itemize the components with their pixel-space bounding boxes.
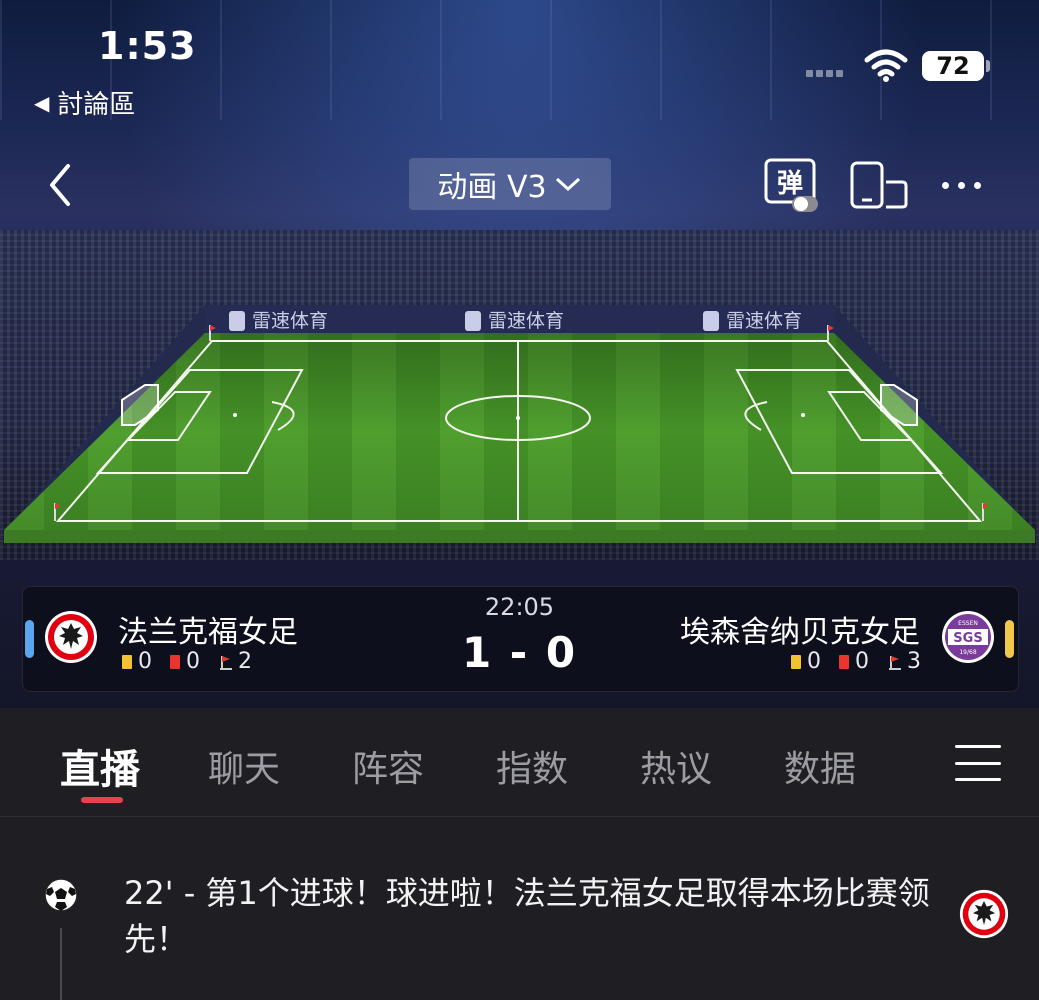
screen-rotate-icon[interactable] xyxy=(848,160,910,210)
more-options-button[interactable] xyxy=(942,170,992,200)
away-team-stats: 0 0 3 xyxy=(791,649,921,674)
away-yellow-cards: 0 xyxy=(807,649,821,674)
away-red-cards: 0 xyxy=(855,649,869,674)
back-app-label: 討論區 xyxy=(57,90,136,120)
away-team-name[interactable]: 埃森舍纳贝克女足 xyxy=(680,607,920,651)
timeline-line xyxy=(60,928,62,1000)
ad-board-text-2: 雷速体育 xyxy=(488,310,564,332)
yellow-card-icon xyxy=(791,654,801,669)
hamburger-menu-icon[interactable] xyxy=(955,745,1001,781)
away-badge-top: ESSEN xyxy=(958,620,978,627)
corner-flag-icon xyxy=(889,655,901,670)
animation-version-selector[interactable]: 动画 V3 xyxy=(409,158,611,210)
tab-live[interactable]: 直播 xyxy=(60,737,140,795)
tab-discussion[interactable]: 热议 xyxy=(640,740,712,792)
ad-board-text-1: 雷速体育 xyxy=(252,310,328,332)
battery-tip xyxy=(986,60,990,72)
tab-odds[interactable]: 指数 xyxy=(496,740,568,792)
danmaku-toggle-button[interactable]: 弹 xyxy=(764,158,820,216)
away-corners: 3 xyxy=(907,649,921,674)
away-badge-text: SGS xyxy=(953,631,982,646)
wifi-icon xyxy=(864,49,908,82)
tab-lineup[interactable]: 阵容 xyxy=(352,740,424,792)
tab-active-indicator xyxy=(81,797,123,803)
back-chevron-icon[interactable] xyxy=(42,160,82,210)
back-to-app-link[interactable]: ◀ 討論區 xyxy=(34,84,135,121)
eintracht-badge-icon xyxy=(959,889,1009,939)
cellular-signal-icon xyxy=(806,70,843,77)
red-card-icon xyxy=(839,654,849,669)
chevron-down-icon xyxy=(555,177,580,192)
danmaku-label: 弹 xyxy=(777,169,803,199)
away-badge-bottom: 19/68 xyxy=(959,649,976,656)
status-time: 1:53 xyxy=(98,24,197,68)
version-label: 动画 V3 xyxy=(437,170,547,205)
sgs-essen-badge-icon[interactable]: SGS ESSEN 19/68 xyxy=(941,610,995,664)
pitch: 雷速体育 雷速体育 雷速体育 xyxy=(4,305,1035,545)
soccer-ball-icon xyxy=(44,878,78,912)
back-triangle-icon: ◀ xyxy=(34,90,50,115)
battery-indicator: 72 xyxy=(922,51,984,81)
ad-board-text-3: 雷速体育 xyxy=(726,310,802,332)
tab-chat[interactable]: 聊天 xyxy=(208,740,280,792)
event-text: 22' - 第1个进球！球进啦！法兰克福女足取得本场比赛领先！ xyxy=(124,874,930,958)
tab-stats[interactable]: 数据 xyxy=(784,740,856,792)
